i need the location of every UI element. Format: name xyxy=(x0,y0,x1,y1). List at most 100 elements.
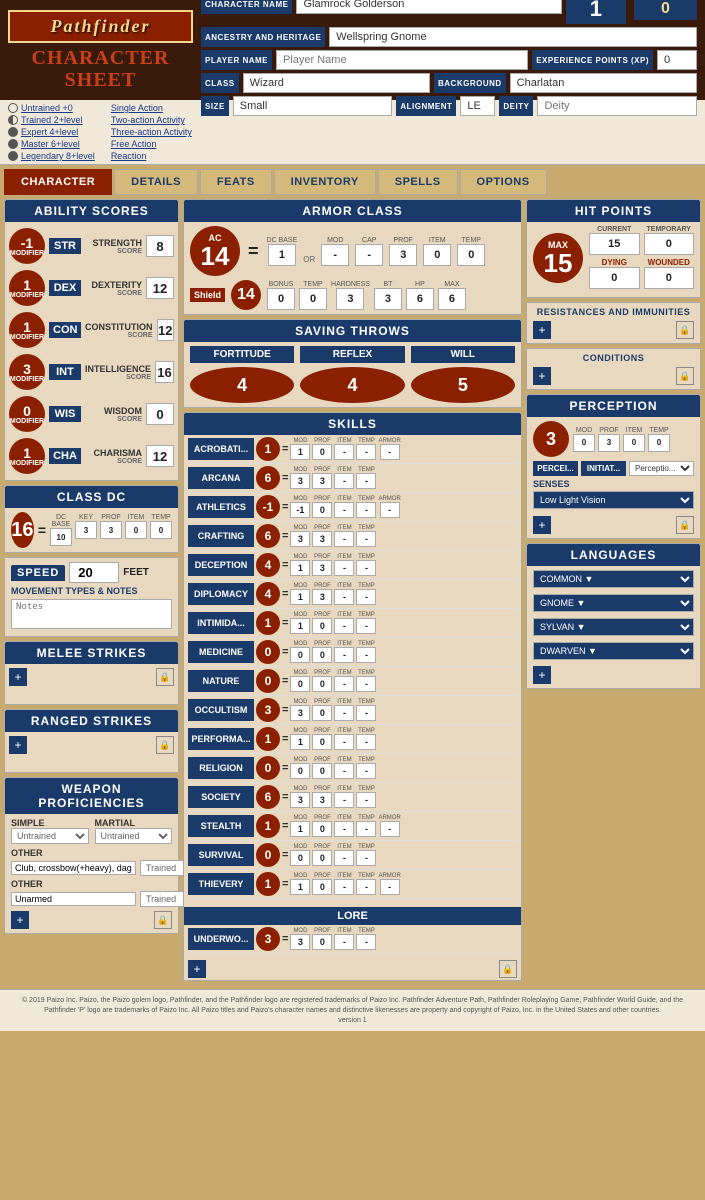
background-input[interactable] xyxy=(510,73,697,93)
ac-prof-val[interactable]: 3 xyxy=(389,244,417,266)
lock-weapon-prof-button[interactable]: 🔒 xyxy=(154,911,172,929)
class-input[interactable] xyxy=(243,73,430,93)
dc-item-val[interactable]: 0 xyxy=(125,521,147,539)
skill-fields-10: MOD 1 PROF 0 ITEM - TEMP - xyxy=(290,728,376,750)
wp-other2-input[interactable] xyxy=(11,892,136,906)
dc-temp-val[interactable]: 0 xyxy=(150,521,172,539)
cha-score[interactable]: 12 xyxy=(146,445,174,467)
percei-tab[interactable]: PERCEI... xyxy=(533,461,578,476)
ac-temp-val[interactable]: 0 xyxy=(457,244,485,266)
prof-legendary-label[interactable]: Legendary 8+level xyxy=(21,151,95,161)
wp-other1-input[interactable] xyxy=(11,861,136,875)
skill-btn-15[interactable]: THIEVERY xyxy=(188,873,254,895)
skill-btn-14[interactable]: SURVIVAL xyxy=(188,844,254,866)
dex-score[interactable]: 12 xyxy=(146,277,174,299)
lock-ranged-button[interactable]: 🔒 xyxy=(156,736,174,754)
wp-simple-select[interactable]: UntrainedTrainedExpert xyxy=(11,828,89,844)
tab-feats[interactable]: FEATS xyxy=(200,169,272,195)
hp-wounded-val[interactable]: 0 xyxy=(644,267,695,289)
lock-resistance-button[interactable]: 🔒 xyxy=(676,321,694,339)
speed-input[interactable] xyxy=(69,562,119,583)
ac-item-val[interactable]: 0 xyxy=(423,244,451,266)
skill-btn-6[interactable]: INTIMIDA... xyxy=(188,612,254,634)
hp-max-value: 15 xyxy=(544,250,573,276)
language-select-3[interactable]: DWARVEN ▼ xyxy=(533,642,694,660)
add-melee-button[interactable]: + xyxy=(9,668,27,686)
perc-select[interactable]: Perceptio... xyxy=(629,461,694,476)
will-button[interactable]: WILL xyxy=(411,346,515,363)
lock-lore-button[interactable]: 🔒 xyxy=(499,960,517,978)
language-select-0[interactable]: COMMON ▼ xyxy=(533,570,694,588)
initiat-tab[interactable]: INITIAT... xyxy=(581,461,626,476)
add-lore-button[interactable]: + xyxy=(188,960,206,978)
skill-btn-1[interactable]: ARCANA xyxy=(188,467,254,489)
skill-btn-7[interactable]: MEDICINE xyxy=(188,641,254,663)
prof-expert-label[interactable]: Expert 4+level xyxy=(21,127,78,137)
hp-dying-val[interactable]: 0 xyxy=(589,267,640,289)
skill-btn-5[interactable]: DIPLOMACY xyxy=(188,583,254,605)
add-condition-button[interactable]: + xyxy=(533,367,551,385)
add-resistance-button[interactable]: + xyxy=(533,321,551,339)
dc-prof-val[interactable]: 3 xyxy=(100,521,122,539)
wp-martial-select[interactable]: UntrainedTrainedExpert xyxy=(95,828,173,844)
wis-score[interactable]: 0 xyxy=(146,403,174,425)
ancestry-input[interactable] xyxy=(329,27,697,47)
prof-untrained-label[interactable]: Untrained +0 xyxy=(21,103,73,113)
character-name-input[interactable] xyxy=(296,0,561,14)
skill-btn-12[interactable]: SOCIETY xyxy=(188,786,254,808)
tab-details[interactable]: DETAILS xyxy=(114,169,198,195)
add-sense-button[interactable]: + xyxy=(533,516,551,534)
tab-character[interactable]: CHARACTER xyxy=(4,169,112,195)
add-language-button[interactable]: + xyxy=(533,666,551,684)
hp-current-val[interactable]: 15 xyxy=(589,233,640,255)
language-select-2[interactable]: SYLVAN ▼ xyxy=(533,618,694,636)
lock-sense-button[interactable]: 🔒 xyxy=(676,516,694,534)
prof-trained-label[interactable]: Trained 2+level xyxy=(21,115,82,125)
reaction-link[interactable]: Reaction xyxy=(111,151,192,161)
lock-condition-button[interactable]: 🔒 xyxy=(676,367,694,385)
hp-temp-val[interactable]: 0 xyxy=(644,233,695,255)
deity-input[interactable] xyxy=(537,96,697,116)
lock-melee-button[interactable]: 🔒 xyxy=(156,668,174,686)
skill-btn-13[interactable]: STEALTH xyxy=(188,815,254,837)
reflex-button[interactable]: REFLEX xyxy=(300,346,404,363)
language-select-1[interactable]: GNOME ▼ xyxy=(533,594,694,612)
con-abbr: CON xyxy=(49,322,81,338)
fortitude-button[interactable]: FORTITUDE xyxy=(190,346,294,363)
ac-cap-val[interactable]: - xyxy=(355,244,383,266)
skill-btn-9[interactable]: OCCULTISM xyxy=(188,699,254,721)
skill-btn-11[interactable]: RELIGION xyxy=(188,757,254,779)
three-action-link[interactable]: Three-action Activity xyxy=(111,127,192,137)
senses-select[interactable]: Low Light Vision xyxy=(533,491,694,509)
str-score[interactable]: 8 xyxy=(146,235,174,257)
speed-notes-input[interactable] xyxy=(11,599,172,629)
skill-btn-10[interactable]: PERFORMA... xyxy=(188,728,254,750)
add-weapon-prof-button[interactable]: + xyxy=(11,911,29,929)
alignment-input[interactable] xyxy=(460,96,495,116)
ac-dc-base-val[interactable]: 1 xyxy=(268,244,296,266)
size-input[interactable] xyxy=(233,96,393,116)
dc-base-val[interactable]: 10 xyxy=(50,528,72,546)
skill-btn-2[interactable]: ATHLETICS xyxy=(188,496,254,518)
skill-btn-3[interactable]: CRAFTING xyxy=(188,525,254,547)
hit-points-header: HIT POINTS xyxy=(527,200,700,222)
skill-btn-4[interactable]: DECEPTION xyxy=(188,554,254,576)
con-score[interactable]: 12 xyxy=(157,319,175,341)
player-name-input[interactable] xyxy=(276,50,528,70)
free-action-link[interactable]: Free Action xyxy=(111,139,192,149)
tab-spells[interactable]: SPELLS xyxy=(378,169,458,195)
two-action-link[interactable]: Two-action Activity xyxy=(111,115,192,125)
lore-btn-0[interactable]: UNDERWO... xyxy=(188,928,254,950)
add-ranged-button[interactable]: + xyxy=(9,736,27,754)
dc-key-val[interactable]: 3 xyxy=(75,521,97,539)
ac-mod-val[interactable]: - xyxy=(321,244,349,266)
int-score[interactable]: 16 xyxy=(155,361,174,383)
shield-bonus-field: BONUS 0 xyxy=(267,281,295,310)
skill-btn-0[interactable]: ACROBATI... xyxy=(188,438,254,460)
single-action-link[interactable]: Single Action xyxy=(111,103,192,113)
xp-input[interactable] xyxy=(657,50,697,70)
tab-options[interactable]: OPTIONS xyxy=(460,169,547,195)
skill-btn-8[interactable]: NATURE xyxy=(188,670,254,692)
tab-inventory[interactable]: INVENTORY xyxy=(274,169,376,195)
prof-master-label[interactable]: Master 6+level xyxy=(21,139,80,149)
